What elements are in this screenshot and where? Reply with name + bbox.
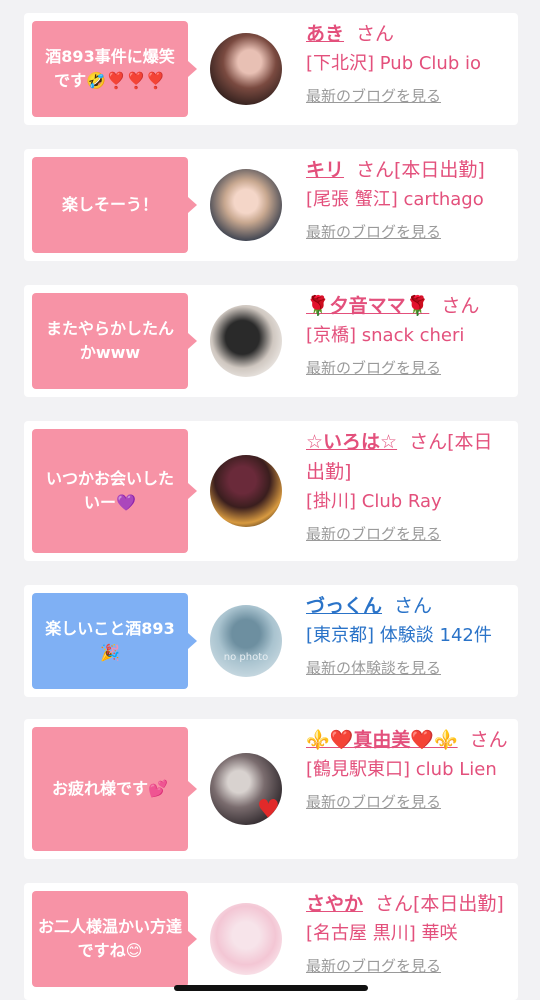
- blog-link[interactable]: 最新のブログを見る: [306, 83, 508, 109]
- list-item: またやらかしたんかwww 🌹夕音ママ🌹 さん [京橋] snack cheri 最…: [24, 285, 518, 397]
- honorific: さん[本日出勤]: [375, 893, 504, 915]
- comment-bubble: お二人様温かい方達ですね😊: [32, 891, 197, 987]
- list-item: 楽しそーう！ キリ さん[本日出勤] [尾張 蟹江] carthago 最新のブロ…: [24, 149, 518, 261]
- avatar[interactable]: ♥: [210, 753, 282, 825]
- heart-icon: ♥: [256, 795, 280, 825]
- avatar[interactable]: [210, 903, 282, 975]
- comment-bubble: 楽しそーう！: [32, 157, 197, 253]
- user-name-link[interactable]: あき: [306, 23, 344, 45]
- blog-link[interactable]: 最新のブログを見る: [306, 219, 508, 245]
- user-name-link[interactable]: ☆いろは☆: [306, 431, 397, 453]
- user-name-link[interactable]: づっくん: [306, 595, 382, 617]
- honorific: さん[本日出勤]: [356, 159, 485, 181]
- user-name-link[interactable]: ⚜️❤️真由美❤️⚜️: [306, 729, 458, 751]
- review-count-link[interactable]: [東京都] 体験談 142件: [306, 621, 508, 651]
- avatar[interactable]: [210, 169, 282, 241]
- no-photo-label: no photo: [223, 652, 269, 663]
- comment-bubble: いつかお会いしたいー💜: [32, 429, 197, 553]
- avatar[interactable]: [210, 455, 282, 527]
- honorific: さん: [394, 595, 433, 617]
- comment-list: 酒893事件に爆笑です🤣❣️❣️❣️ あき さん [下北沢] Pub Club i…: [0, 0, 540, 1000]
- shop-link[interactable]: [名古屋 黒川] 華咲: [306, 919, 508, 949]
- blog-link[interactable]: 最新のブログを見る: [306, 355, 508, 381]
- home-indicator[interactable]: [174, 985, 368, 991]
- user-name-link[interactable]: キリ: [306, 159, 344, 181]
- user-name-link[interactable]: さやか: [306, 893, 363, 915]
- list-item: 楽しいこと酒893🎉 no photo づっくん さん [東京都] 体験談 142…: [24, 585, 518, 697]
- blog-link[interactable]: 最新のブログを見る: [306, 521, 508, 547]
- comment-bubble: 酒893事件に爆笑です🤣❣️❣️❣️: [32, 21, 197, 117]
- list-item: お二人様温かい方達ですね😊 さやか さん[本日出勤] [名古屋 黒川] 華咲 最新…: [24, 883, 518, 1000]
- review-link[interactable]: 最新の体験談を見る: [306, 655, 508, 681]
- shop-link[interactable]: [京橋] snack cheri: [306, 321, 508, 351]
- user-name-link[interactable]: 🌹夕音ママ🌹: [306, 295, 429, 317]
- shop-link[interactable]: [掛川] Club Ray: [306, 487, 508, 517]
- avatar[interactable]: [210, 33, 282, 105]
- list-item: お疲れ様です💕 ♥ ⚜️❤️真由美❤️⚜️ さん [鶴見駅東口] club Lie…: [24, 719, 518, 859]
- honorific: さん: [441, 295, 480, 317]
- blog-link[interactable]: 最新のブログを見る: [306, 789, 508, 815]
- blog-link[interactable]: 最新のブログを見る: [306, 953, 508, 979]
- list-item: いつかお会いしたいー💜 ☆いろは☆ さん[本日出勤] [掛川] Club Ray …: [24, 421, 518, 561]
- comment-bubble: 楽しいこと酒893🎉: [32, 593, 197, 689]
- shop-link[interactable]: [鶴見駅東口] club Lien: [306, 755, 508, 785]
- shop-link[interactable]: [下北沢] Pub Club io: [306, 49, 508, 79]
- comment-bubble: またやらかしたんかwww: [32, 293, 197, 389]
- shop-link[interactable]: [尾張 蟹江] carthago: [306, 185, 508, 215]
- comment-bubble: お疲れ様です💕: [32, 727, 197, 851]
- honorific: さん: [469, 729, 508, 751]
- honorific: さん: [356, 23, 395, 45]
- avatar[interactable]: no photo: [210, 605, 282, 677]
- avatar[interactable]: [210, 305, 282, 377]
- list-item: 酒893事件に爆笑です🤣❣️❣️❣️ あき さん [下北沢] Pub Club i…: [24, 13, 518, 125]
